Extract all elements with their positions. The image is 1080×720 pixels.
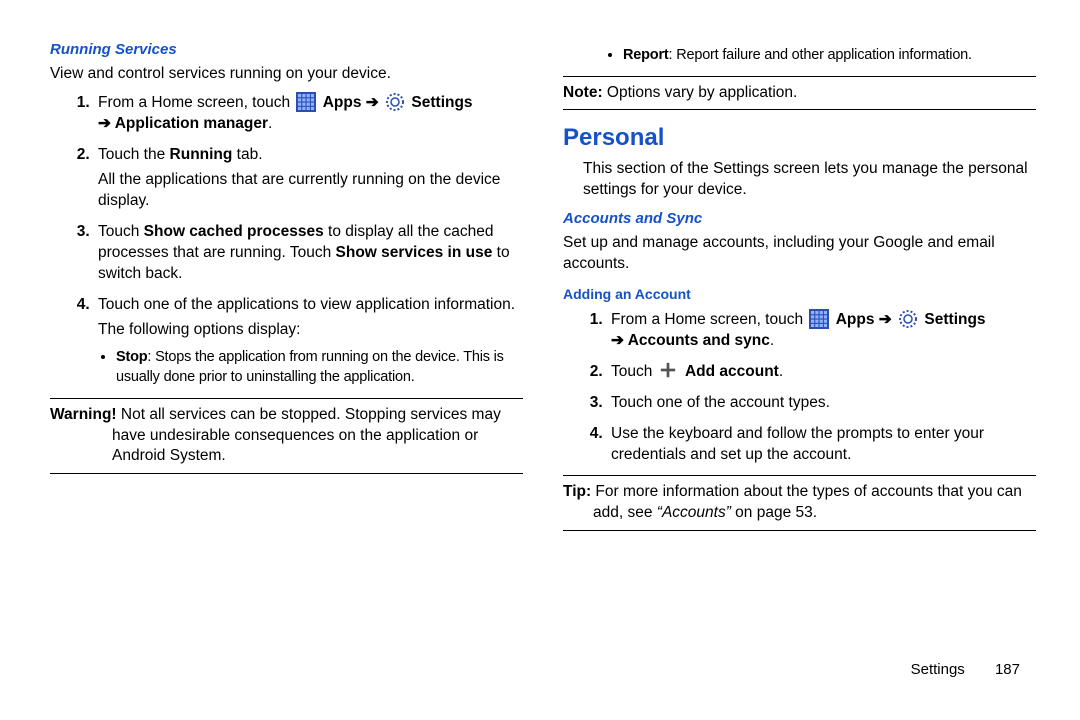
personal-intro: This section of the Settings screen lets…: [563, 159, 1036, 201]
apps-icon: [296, 92, 316, 112]
settings-icon: [898, 309, 918, 329]
footer-section: Settings: [911, 661, 965, 678]
heading-accounts-sync: Accounts and Sync: [563, 209, 1036, 229]
running-services-intro: View and control services running on you…: [50, 64, 523, 85]
arrow-icon: [611, 332, 628, 349]
heading-running-services: Running Services: [50, 40, 523, 60]
step-4: Touch one of the applications to view ap…: [94, 295, 523, 388]
page-footer: Settings 187: [911, 661, 1020, 678]
bullet-stop: Stop: Stops the application from running…: [116, 348, 523, 387]
manual-page: Running Services View and control servic…: [0, 0, 1080, 700]
note-block: Note: Options vary by application.: [563, 83, 1036, 104]
accounts-sync-intro: Set up and manage accounts, including yo…: [563, 233, 1036, 275]
r-step-1: From a Home screen, touch Apps Settings …: [607, 310, 1036, 352]
running-services-steps: From a Home screen, touch Apps Settings …: [50, 93, 523, 387]
step-1: From a Home screen, touch Apps Settings …: [94, 93, 523, 135]
options-list-cont: Report: Report failure and other applica…: [563, 46, 1036, 66]
footer-page-number: 187: [995, 661, 1020, 678]
left-column: Running Services View and control servic…: [50, 40, 523, 680]
settings-icon: [385, 92, 405, 112]
divider: [563, 109, 1036, 110]
r-step-2: Touch Add account.: [607, 362, 1036, 383]
step2-body: All the applications that are currently …: [98, 170, 523, 212]
r-step-4: Use the keyboard and follow the prompts …: [607, 424, 1036, 466]
apps-icon: [809, 309, 829, 329]
options-list: Stop: Stops the application from running…: [98, 348, 523, 387]
arrow-icon: [366, 94, 383, 111]
adding-account-steps: From a Home screen, touch Apps Settings …: [563, 310, 1036, 466]
heading-personal: Personal: [563, 122, 1036, 154]
plus-icon: [659, 361, 679, 381]
warning-block: Warning! Not all services can be stopped…: [50, 405, 523, 468]
arrow-icon: [98, 115, 115, 132]
divider: [50, 398, 523, 399]
step-2: Touch the Running tab. All the applicati…: [94, 145, 523, 212]
divider: [563, 530, 1036, 531]
arrow-icon: [879, 311, 896, 328]
divider: [563, 76, 1036, 77]
tip-block: Tip: For more information about the type…: [563, 482, 1036, 524]
divider: [563, 475, 1036, 476]
step4-body: The following options display:: [98, 320, 523, 341]
step-3: Touch Show cached processes to display a…: [94, 222, 523, 285]
right-column: Report: Report failure and other applica…: [563, 40, 1040, 680]
r-step-3: Touch one of the account types.: [607, 393, 1036, 414]
divider: [50, 473, 523, 474]
heading-adding-account: Adding an Account: [563, 285, 1036, 304]
bullet-report: Report: Report failure and other applica…: [623, 46, 1036, 66]
